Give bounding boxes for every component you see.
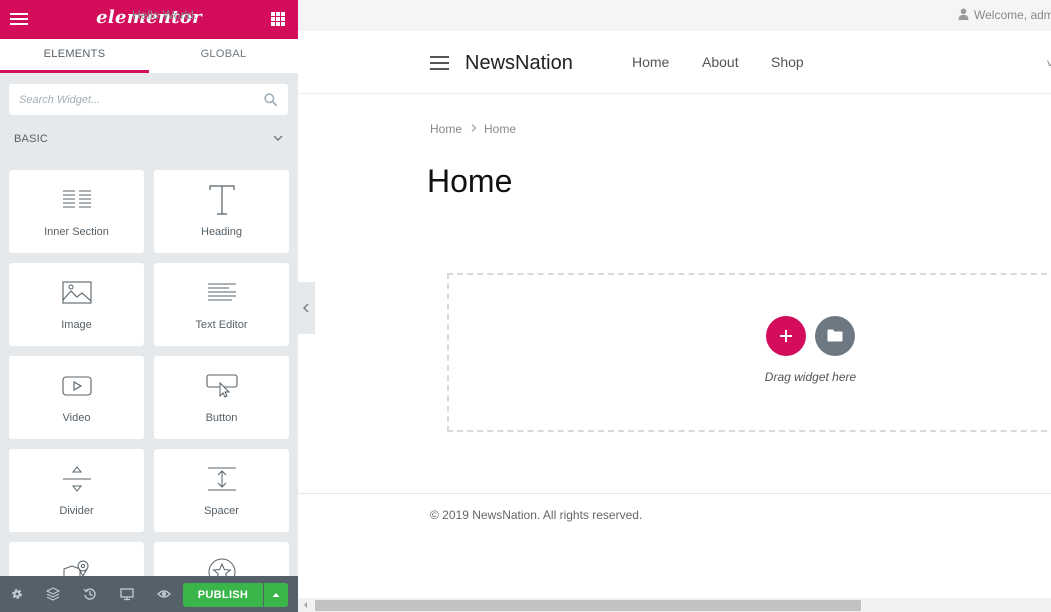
caret-up-icon — [272, 593, 280, 597]
widget-video[interactable]: Video — [9, 356, 144, 439]
breadcrumb-home[interactable]: Home — [430, 122, 462, 136]
widgets-grid-icon[interactable] — [271, 12, 285, 26]
folder-icon — [827, 329, 843, 342]
chevron-down-icon[interactable] — [272, 133, 284, 143]
welcome-text[interactable]: Welcome, adm — [957, 8, 1051, 22]
nav-shop[interactable]: Shop — [771, 54, 804, 70]
divider-icon — [9, 462, 144, 496]
nav-overflow-text: y — [1047, 56, 1051, 66]
publish-options-button[interactable] — [264, 583, 288, 607]
widget-label: Text Editor — [195, 319, 248, 331]
scroll-left-arrow-icon[interactable] — [302, 601, 310, 609]
category-title: BASIC — [14, 133, 49, 145]
settings-icon[interactable] — [10, 587, 24, 601]
welcome-label: Welcome, adm — [974, 8, 1051, 22]
widget-label: Spacer — [204, 505, 239, 517]
add-template-button[interactable] — [815, 316, 855, 356]
drag-widget-label: Drag widget here — [764, 370, 857, 384]
image-icon — [9, 276, 144, 310]
spacer-icon — [154, 462, 289, 496]
search-input[interactable] — [9, 84, 259, 115]
widget-search — [9, 84, 288, 115]
site-title[interactable]: NewsNation — [465, 52, 573, 75]
collapse-panel-button[interactable] — [298, 282, 315, 334]
copyright-text: © 2019 NewsNation. All rights reserved. — [430, 508, 643, 522]
plus-icon — [780, 330, 792, 342]
widget-label: Button — [205, 412, 238, 424]
tab-global[interactable]: GLOBAL — [149, 39, 298, 73]
widget-label: Inner Section — [44, 226, 109, 238]
widget-label: Video — [62, 412, 91, 424]
widget-label: Heading — [201, 226, 242, 238]
widget-label: Divider — [59, 505, 94, 517]
elementor-panel: elementor ELEMENTS GLOBAL BASIC — [0, 0, 298, 612]
panel-tabs: ELEMENTS GLOBAL — [0, 39, 298, 73]
button-icon — [154, 369, 289, 403]
widget-heading[interactable]: Heading — [154, 170, 289, 253]
video-icon — [9, 369, 144, 403]
nav-home[interactable]: Home — [632, 54, 669, 70]
menu-icon[interactable] — [430, 56, 449, 70]
widget-spacer[interactable]: Spacer — [154, 449, 289, 532]
page-title: Home — [427, 163, 513, 199]
preview-icon[interactable] — [157, 587, 171, 601]
search-icon[interactable] — [264, 93, 277, 106]
tab-elements[interactable]: ELEMENTS — [0, 39, 149, 73]
chevron-right-icon — [471, 124, 477, 132]
inner-section-icon — [9, 183, 144, 217]
widget-inner-section[interactable]: Inner Section — [9, 170, 144, 253]
widget-image[interactable]: Image — [9, 263, 144, 346]
widget-drop-zone[interactable] — [447, 273, 1051, 432]
footer-divider — [298, 493, 1051, 494]
site-topbar — [298, 0, 1051, 31]
scrollbar-thumb[interactable] — [315, 600, 861, 611]
widget-button[interactable]: Button — [154, 356, 289, 439]
topbar-text: Hello World. — [132, 8, 198, 22]
widget-divider[interactable]: Divider — [9, 449, 144, 532]
nav-about[interactable]: About — [702, 54, 739, 70]
responsive-mode-icon[interactable] — [120, 587, 134, 601]
widget-text-editor[interactable]: Text Editor — [154, 263, 289, 346]
breadcrumb-current: Home — [484, 122, 517, 136]
publish-button[interactable]: PUBLISH — [183, 583, 263, 607]
history-icon[interactable] — [83, 587, 97, 601]
site-header — [298, 31, 1051, 94]
text-editor-icon — [154, 276, 289, 310]
navigator-icon[interactable] — [46, 587, 60, 601]
heading-icon — [154, 183, 289, 217]
chevron-left-icon — [303, 303, 309, 313]
add-section-button[interactable] — [766, 316, 806, 356]
widget-label: Image — [61, 319, 92, 331]
